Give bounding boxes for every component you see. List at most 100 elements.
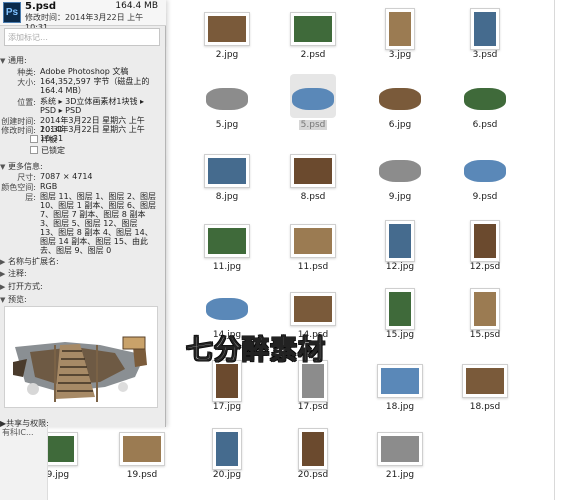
file-label: 18.jpg bbox=[362, 402, 438, 412]
file-thumbnail[interactable] bbox=[204, 12, 250, 46]
file-thumbnail[interactable] bbox=[385, 288, 415, 330]
file-item[interactable]: 2.psd bbox=[275, 0, 351, 78]
file-item[interactable]: 8.jpg bbox=[189, 142, 265, 220]
file-label-text: 21.jpg bbox=[385, 470, 415, 480]
watermark-text: 七分醉素材 bbox=[186, 335, 326, 367]
file-label: 8.psd bbox=[275, 192, 351, 202]
file-thumbnail[interactable] bbox=[462, 82, 508, 116]
3d-street-art-preview bbox=[5, 307, 157, 407]
file-item[interactable]: 8.psd bbox=[275, 142, 351, 220]
section-more-info[interactable]: ▼ 更多信息: bbox=[0, 161, 166, 172]
file-item[interactable]: 15.psd bbox=[447, 280, 523, 358]
thumbnail-art bbox=[292, 88, 334, 110]
file-thumbnail[interactable] bbox=[212, 428, 242, 470]
file-item[interactable]: 15.jpg bbox=[362, 280, 438, 358]
section-preview-title: 预览: bbox=[8, 295, 27, 304]
file-thumbnail[interactable] bbox=[204, 292, 250, 326]
file-thumbnail[interactable] bbox=[377, 364, 423, 398]
file-thumbnail[interactable] bbox=[290, 292, 336, 326]
file-item[interactable]: 9.psd bbox=[447, 142, 523, 220]
checkbox-box[interactable] bbox=[30, 135, 38, 143]
stationery-checkbox[interactable]: 样板 bbox=[30, 134, 57, 145]
file-item[interactable]: 5.psd bbox=[275, 70, 351, 148]
file-item[interactable]: 12.jpg bbox=[362, 212, 438, 290]
file-item[interactable]: 21.jpg bbox=[362, 420, 438, 498]
kind-value: Adobe Photoshop 文稿 bbox=[40, 67, 129, 76]
section-comments[interactable]: ▶ 注释: bbox=[0, 268, 166, 279]
file-label: 5.psd bbox=[275, 120, 351, 130]
thumbnail-art bbox=[206, 88, 248, 110]
file-item[interactable]: 2.jpg bbox=[189, 0, 265, 78]
checkbox-box[interactable] bbox=[30, 146, 38, 154]
file-thumbnail[interactable] bbox=[470, 220, 500, 262]
file-name: 5.psd bbox=[25, 1, 57, 12]
file-item[interactable]: 11.psd bbox=[275, 212, 351, 290]
file-item[interactable]: 20.psd bbox=[275, 420, 351, 498]
file-thumbnail[interactable] bbox=[462, 364, 508, 398]
file-thumbnail[interactable] bbox=[377, 432, 423, 466]
file-label-text: 3.psd bbox=[472, 50, 498, 60]
file-thumbnail[interactable] bbox=[377, 154, 423, 188]
file-thumbnail[interactable] bbox=[377, 82, 423, 116]
file-thumbnail[interactable] bbox=[204, 224, 250, 258]
file-item[interactable]: 5.jpg bbox=[189, 70, 265, 148]
file-label-text: 9.psd bbox=[472, 192, 498, 202]
file-thumbnail[interactable] bbox=[290, 12, 336, 46]
disclosure-closed-icon[interactable]: ▶ bbox=[0, 258, 8, 266]
file-thumbnail[interactable] bbox=[385, 8, 415, 50]
section-name-ext[interactable]: ▶ 名称与扩展名: bbox=[0, 256, 166, 267]
file-label-text: 6.jpg bbox=[388, 120, 412, 130]
file-thumbnail[interactable] bbox=[385, 220, 415, 262]
colorspace-value: RGB bbox=[40, 182, 58, 191]
file-thumbnail[interactable] bbox=[204, 82, 250, 116]
file-item[interactable]: 6.jpg bbox=[362, 70, 438, 148]
locked-checkbox[interactable]: 已锁定 bbox=[30, 145, 65, 156]
disclosure-open-icon[interactable]: ▼ bbox=[0, 57, 8, 65]
section-general[interactable]: ▼ 通用: bbox=[0, 55, 166, 66]
file-label: 15.psd bbox=[447, 330, 523, 340]
disclosure-open-icon[interactable]: ▼ bbox=[0, 296, 8, 304]
file-item[interactable]: 3.psd bbox=[447, 0, 523, 78]
disclosure-closed-icon[interactable]: ▶ bbox=[0, 270, 8, 278]
file-label-text: 8.jpg bbox=[215, 192, 239, 202]
vertical-scrollbar[interactable] bbox=[554, 0, 555, 500]
file-thumbnail[interactable] bbox=[298, 428, 328, 470]
file-thumbnail[interactable] bbox=[290, 224, 336, 258]
file-item[interactable]: 18.jpg bbox=[362, 352, 438, 430]
section-name-ext-title: 名称与扩展名: bbox=[8, 257, 59, 266]
file-item[interactable]: 9.jpg bbox=[362, 142, 438, 220]
file-item[interactable]: 3.jpg bbox=[362, 0, 438, 78]
file-thumbnail[interactable] bbox=[462, 154, 508, 188]
file-label-text: 12.psd bbox=[469, 262, 501, 272]
section-preview[interactable]: ▼ 预览: bbox=[0, 294, 166, 305]
file-thumbnail[interactable] bbox=[290, 154, 336, 188]
file-item[interactable]: 11.jpg bbox=[189, 212, 265, 290]
file-label: 9.psd bbox=[447, 192, 523, 202]
disclosure-open-icon[interactable]: ▼ bbox=[0, 163, 8, 171]
thumbnail-art bbox=[294, 228, 332, 254]
file-item[interactable]: 12.psd bbox=[447, 212, 523, 290]
file-label: 18.psd bbox=[447, 402, 523, 412]
thumbnail-art bbox=[379, 160, 421, 182]
file-thumbnail[interactable] bbox=[470, 288, 500, 330]
tags-input[interactable]: 添加标记… bbox=[4, 28, 160, 46]
file-thumbnail[interactable] bbox=[119, 432, 165, 466]
file-item[interactable]: 19.psd bbox=[104, 420, 180, 498]
section-open-with[interactable]: ▶ 打开方式: bbox=[0, 281, 166, 292]
disclosure-closed-icon[interactable]: ▶ bbox=[0, 283, 8, 291]
thumbnail-art bbox=[206, 298, 248, 320]
file-thumbnail[interactable] bbox=[204, 154, 250, 188]
file-thumbnail[interactable] bbox=[470, 8, 500, 50]
file-item[interactable]: 6.psd bbox=[447, 70, 523, 148]
thumbnail-art bbox=[208, 158, 246, 184]
file-item[interactable]: 18.psd bbox=[447, 352, 523, 430]
file-label-text: 15.psd bbox=[469, 330, 501, 340]
file-label-text: 15.jpg bbox=[385, 330, 415, 340]
file-item[interactable]: 20.jpg bbox=[189, 420, 265, 498]
file-thumbnail[interactable] bbox=[290, 82, 336, 116]
file-label: 11.jpg bbox=[189, 262, 265, 272]
info-header: Ps 5.psd 164.4 MB 修改时间：2014年3月22日 上午10:3… bbox=[0, 0, 166, 32]
preview-image bbox=[4, 306, 158, 408]
section-sharing[interactable]: ▶共享与权限: bbox=[0, 418, 166, 428]
thumbnail-art bbox=[474, 224, 496, 258]
